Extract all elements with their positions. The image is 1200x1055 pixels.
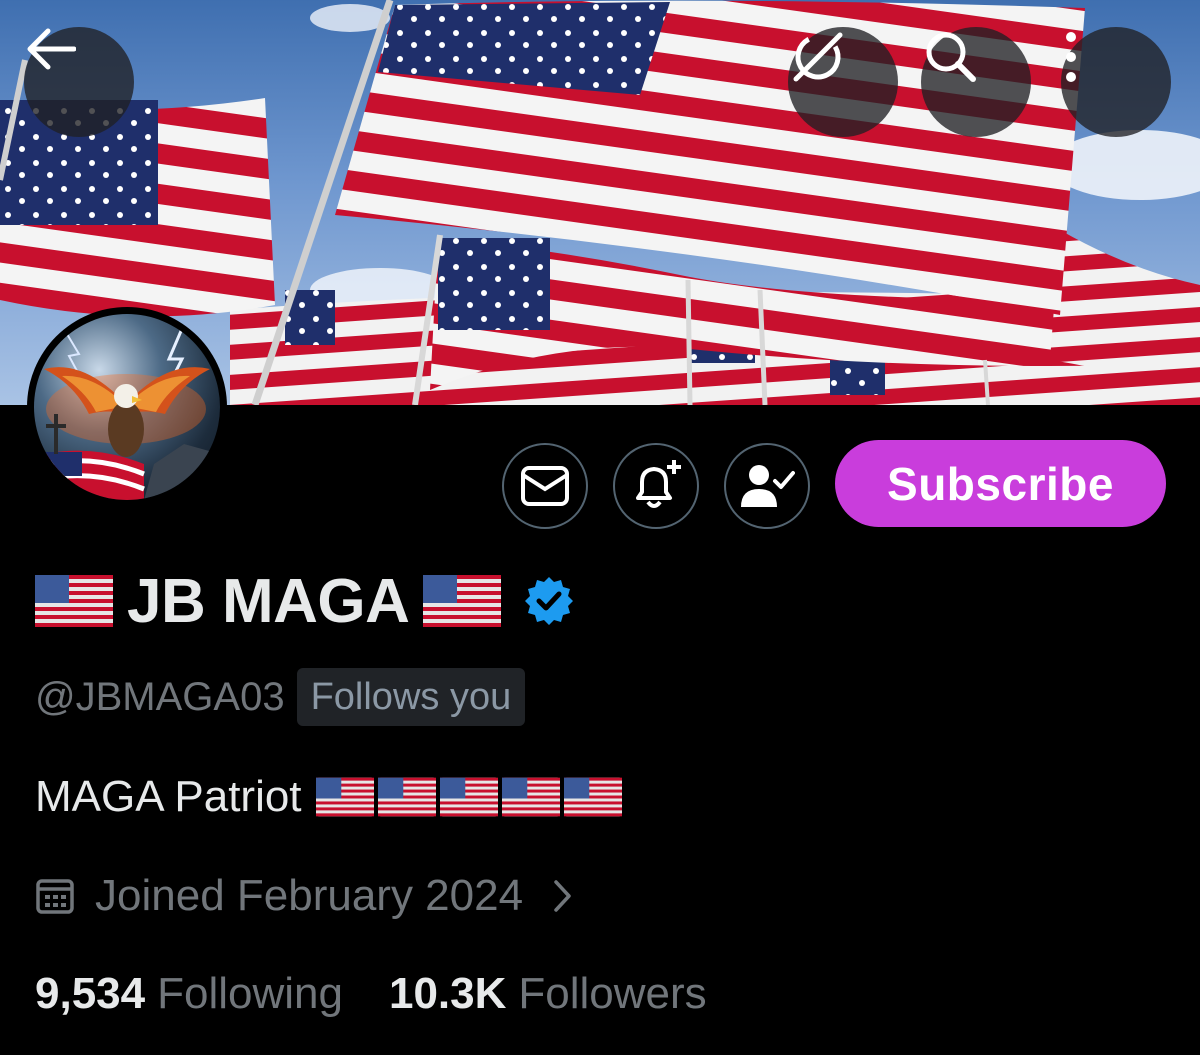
search-button[interactable] — [921, 27, 1031, 137]
verified-badge-icon[interactable] — [523, 575, 575, 627]
bell-plus-icon — [636, 460, 681, 508]
notify-button[interactable] — [613, 443, 699, 529]
bio-flags — [315, 777, 622, 817]
handle-row: @JBMAGA03 Follows you — [35, 667, 526, 727]
us-flag-emoji — [377, 777, 436, 817]
avatar-image — [34, 314, 220, 500]
eagle-avatar-icon — [43, 323, 220, 500]
follows-you-badge: Follows you — [296, 668, 526, 726]
us-flag-emoji — [35, 575, 113, 627]
following-label: Following — [157, 969, 343, 1018]
followers-link[interactable]: 10.3K Followers — [389, 969, 707, 1019]
followers-label: Followers — [518, 969, 707, 1018]
following-count: 9,534 — [35, 969, 146, 1018]
joined-text: Joined February 2024 — [95, 871, 524, 920]
bio: MAGA Patriot — [35, 767, 622, 827]
following-button[interactable] — [724, 443, 810, 529]
arrow-left-icon — [27, 28, 76, 70]
follow-stats: 9,534 Following 10.3K Followers — [35, 964, 707, 1024]
back-button[interactable] — [24, 27, 134, 137]
display-name-row: JB MAGA — [35, 566, 575, 636]
us-flag-emoji — [439, 777, 498, 817]
chevron-right-icon — [554, 880, 571, 912]
envelope-icon — [521, 466, 569, 506]
us-flag-emoji — [423, 575, 502, 627]
grok-icon — [793, 32, 843, 82]
search-icon — [926, 32, 976, 82]
user-handle: @JBMAGA03 — [35, 674, 285, 719]
following-link[interactable]: 9,534 Following — [35, 969, 343, 1019]
display-name: JB MAGA — [127, 566, 410, 636]
grok-button[interactable] — [788, 27, 898, 137]
followers-count: 10.3K — [388, 969, 507, 1018]
bio-text: MAGA Patriot — [35, 772, 302, 821]
more-vertical-icon — [1066, 32, 1076, 82]
us-flag-emoji — [315, 777, 374, 817]
person-check-icon — [741, 465, 795, 507]
joined-date[interactable]: Joined February 2024 — [35, 866, 573, 926]
calendar-icon — [36, 879, 74, 914]
message-button[interactable] — [502, 443, 588, 529]
avatar[interactable] — [27, 307, 227, 507]
us-flag-emoji — [501, 777, 560, 817]
more-button[interactable] — [1061, 27, 1171, 137]
subscribe-button[interactable]: Subscribe — [835, 440, 1166, 527]
us-flag-emoji — [563, 777, 622, 817]
